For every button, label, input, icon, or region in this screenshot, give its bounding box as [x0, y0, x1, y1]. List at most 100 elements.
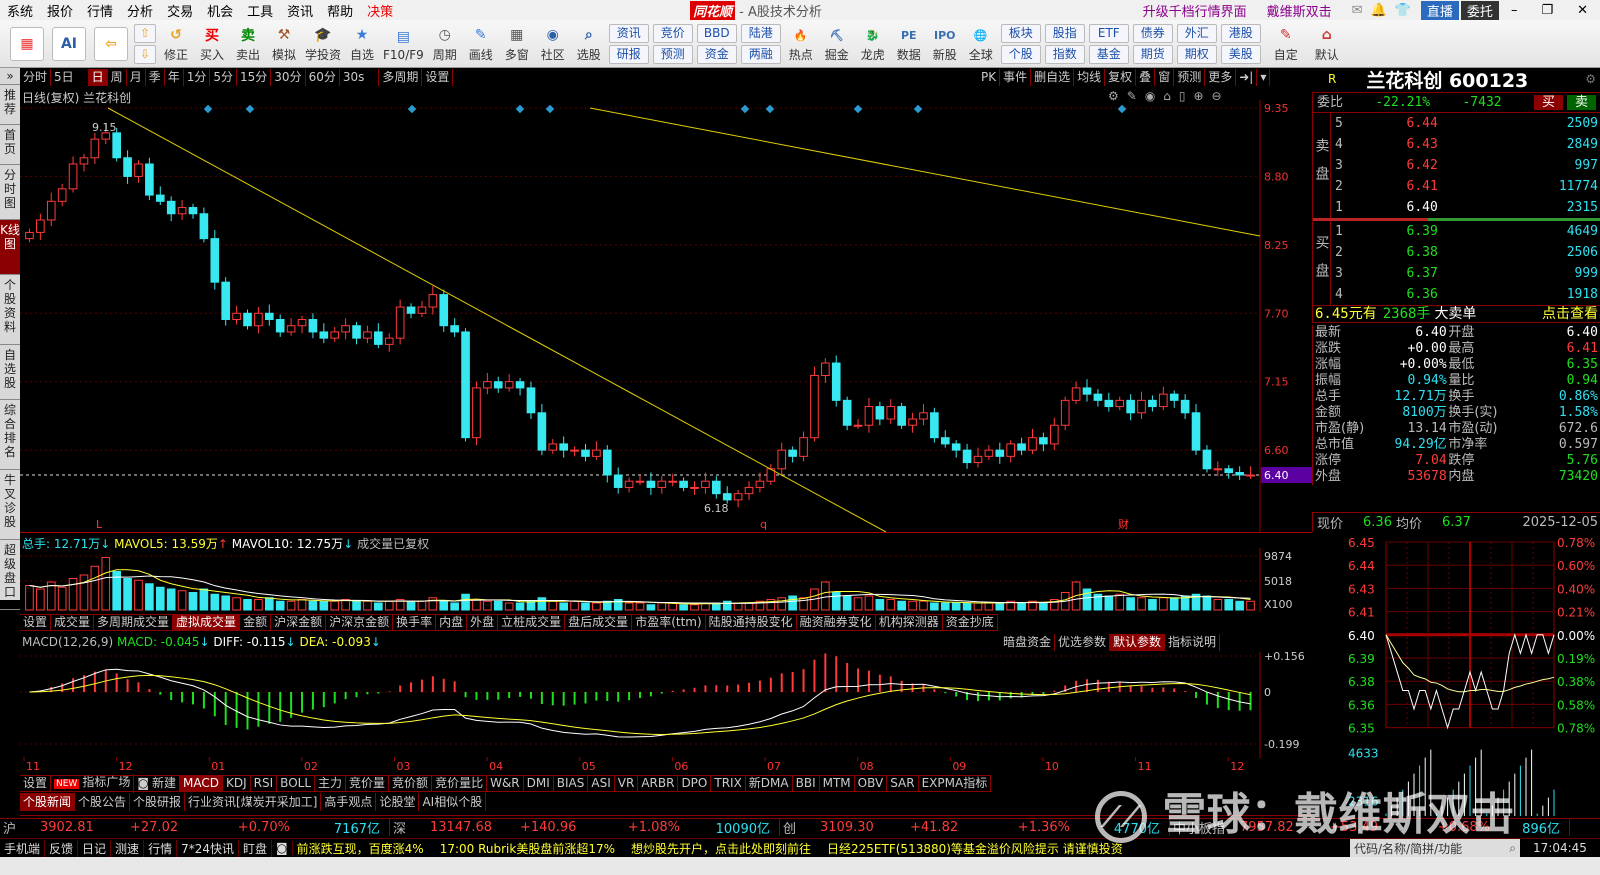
event-marker-icon[interactable] [740, 104, 750, 114]
status-item[interactable]: 盯盘 [239, 839, 272, 857]
volume-tab[interactable]: 机构探测器 [876, 614, 943, 631]
indicator-tab[interactable]: ◙ 新建 [134, 775, 181, 792]
search-icon[interactable]: ⌕ [1509, 841, 1516, 856]
toolbar-link[interactable]: BBD [696, 23, 737, 43]
minimize-button[interactable]: – [1499, 3, 1530, 18]
indicator-tab[interactable]: 主力 [315, 775, 347, 792]
chart-marker[interactable]: 财 [1118, 517, 1129, 531]
search-input[interactable]: 代码/名称/简拼/功能 [1354, 840, 1462, 857]
indicator-tab[interactable]: 竞价量 [346, 775, 390, 792]
chart-tool-tab[interactable]: 叠 [1136, 69, 1156, 86]
period-tab[interactable]: 多周期 [379, 69, 423, 86]
pin-icon[interactable]: ➜| [1236, 69, 1258, 86]
index-item[interactable]: 中小板指 7957.82 +53.49 +0.68% 896亿 [1170, 819, 1570, 837]
event-marker-icon[interactable] [407, 104, 417, 114]
indicator-tab[interactable]: 竞价额 [389, 775, 433, 792]
indicator-tab[interactable]: 新DMA [746, 775, 793, 792]
robot-icon[interactable]: ◙ [272, 841, 293, 855]
menu-news[interactable]: 资讯 [280, 1, 320, 20]
indicator-tab[interactable]: RSI [251, 775, 278, 792]
index-item[interactable]: 深 13147.68 +140.96 +1.08% 10090亿 [390, 819, 780, 837]
toolbar-link[interactable]: 板块 [1000, 23, 1041, 43]
dig-button[interactable]: ⛏ 掘金 [822, 24, 852, 63]
menu-system[interactable]: 系统 [0, 1, 40, 20]
toolbar-link[interactable]: 期权 [1176, 44, 1217, 64]
ticker-item[interactable]: 前涨跌互现，百度涨4% [297, 840, 424, 857]
ticker-item[interactable]: 17:00 Rubrik美股盘前涨超17% [440, 840, 615, 857]
toolbar-link[interactable]: 两融 [740, 44, 781, 64]
menu-opportunity[interactable]: 机会 [200, 1, 240, 20]
event-marker-icon[interactable] [203, 104, 213, 114]
buy-button[interactable]: 买买入 [197, 24, 227, 63]
toolbar-link[interactable]: 预测 [652, 44, 693, 64]
index-item[interactable]: 沪 3902.81 +27.02 +0.70% 7167亿 [0, 819, 390, 837]
intraday-chart[interactable]: 6.45 0.78% 6.44 0.60% 6.43 0.40% 6.41 0.21% 6.40… [1312, 534, 1600, 816]
sidebar-item[interactable]: 超级盘口 [0, 540, 20, 610]
volume-tab[interactable]: 沪深京金额 [326, 614, 394, 631]
draw-button[interactable]: ✎ 画线 [466, 24, 496, 63]
news-tab[interactable]: AI相似个股 [419, 793, 487, 811]
ticker-item[interactable]: 想炒股先开户，点击此处即刻前往 [631, 840, 811, 857]
toolbar-link[interactable]: 债券 [1132, 23, 1173, 43]
event-marker-icon[interactable] [545, 104, 555, 114]
ai-assistant-icon[interactable]: AI [51, 26, 87, 61]
volume-tab[interactable]: 成交量 [51, 614, 95, 631]
toolbar-link[interactable]: 指数 [1044, 44, 1085, 64]
indicator-tab[interactable]: EXPMA指标 [919, 775, 992, 792]
hot-button[interactable]: 🔥 热点 [786, 24, 816, 63]
event-marker-icon[interactable] [765, 104, 775, 114]
chart-tool-tab[interactable]: 事件 [1000, 69, 1032, 86]
learn-button[interactable]: 🎓 学投资 [305, 24, 341, 63]
period-tab[interactable]: 15分 [237, 69, 272, 86]
volume-tab[interactable]: 沪深金额 [271, 614, 327, 631]
toolbar-link[interactable]: 期货 [1132, 44, 1173, 64]
period-tab[interactable]: 年 [165, 69, 184, 86]
toolbar-link[interactable]: 港股 [1220, 23, 1261, 43]
macd-tab[interactable]: 默认参数 [1110, 634, 1166, 651]
volume-tab[interactable]: 多周期成交量 [94, 614, 174, 631]
watchlist-button[interactable]: ★ 自选 [347, 24, 377, 63]
indicator-tab[interactable]: W&R [487, 775, 524, 792]
entrust-button[interactable]: 委托 [1460, 0, 1499, 20]
menu-quote[interactable]: 报价 [40, 1, 80, 20]
macd-tab[interactable]: 优选参数 [1055, 634, 1111, 651]
news-ticker[interactable]: 前涨跌互现，百度涨4% 17:00 Rubrik美股盘前涨超17% 想炒股先开户，点… [293, 840, 1350, 857]
toolbar-link[interactable]: 基金 [1088, 44, 1129, 64]
volume-tab[interactable]: 设置 [20, 614, 52, 631]
indicator-tab[interactable]: BBI [793, 775, 820, 792]
volume-tab[interactable]: 资金抄底 [943, 614, 998, 631]
news-tab[interactable]: 论股堂 [376, 793, 420, 811]
chart-tool-tab[interactable]: PK [978, 69, 1001, 86]
sidebar-item[interactable]: 综合排名 [0, 400, 20, 470]
period-tab[interactable]: 1分 [184, 69, 211, 86]
indicator-tab[interactable]: OBV [855, 775, 888, 792]
back-icon[interactable]: ⇦ [93, 26, 129, 61]
volume-tab[interactable]: 市盈率(ttm) [632, 614, 706, 631]
period-tab[interactable]: 月 [127, 69, 146, 86]
maximize-button[interactable]: ❐ [1529, 3, 1565, 18]
indicator-tab[interactable]: 竞价量比 [432, 775, 488, 792]
gear-icon[interactable]: ⚙ [1585, 72, 1596, 86]
period-tab[interactable]: 设置 [422, 69, 454, 86]
period-tab[interactable]: 日 [88, 69, 108, 86]
multiwindow-button[interactable]: ▦ 多窗 [502, 24, 532, 63]
chart-tool-tab[interactable]: 删自选 [1031, 69, 1075, 86]
news-tab[interactable]: 个股公告 [75, 793, 131, 811]
chart-tool-tab[interactable]: 预测 [1174, 69, 1206, 86]
indicator-tab[interactable]: DMI [524, 775, 554, 792]
volume-tab[interactable]: 内盘 [436, 614, 468, 631]
status-item[interactable]: 日记 [78, 839, 112, 857]
sidebar-item[interactable]: K线图 [0, 220, 20, 275]
volume-tab[interactable]: 立桩成交量 [498, 614, 566, 631]
stock-picker-button[interactable]: ⌕ 选股 [574, 24, 604, 63]
macd-tab[interactable]: 指标说明 [1165, 634, 1221, 651]
ticker-item[interactable]: 日经225ETF(513880)等基金溢价风险提示 请谨慎投资 [827, 840, 1123, 857]
bell-icon[interactable]: 🔔 [1371, 3, 1387, 18]
up-down-buttons[interactable]: ⇧ ⇩ [134, 23, 156, 64]
toolbar-link[interactable]: 竞价 [652, 23, 693, 43]
volume-tab[interactable]: 换手率 [393, 614, 437, 631]
toolbar-link[interactable]: ETF [1088, 23, 1129, 43]
chart-marker[interactable]: L [96, 518, 103, 531]
live-button[interactable]: 直播 [1420, 0, 1459, 20]
news-tab[interactable]: 高手观点 [321, 793, 377, 811]
